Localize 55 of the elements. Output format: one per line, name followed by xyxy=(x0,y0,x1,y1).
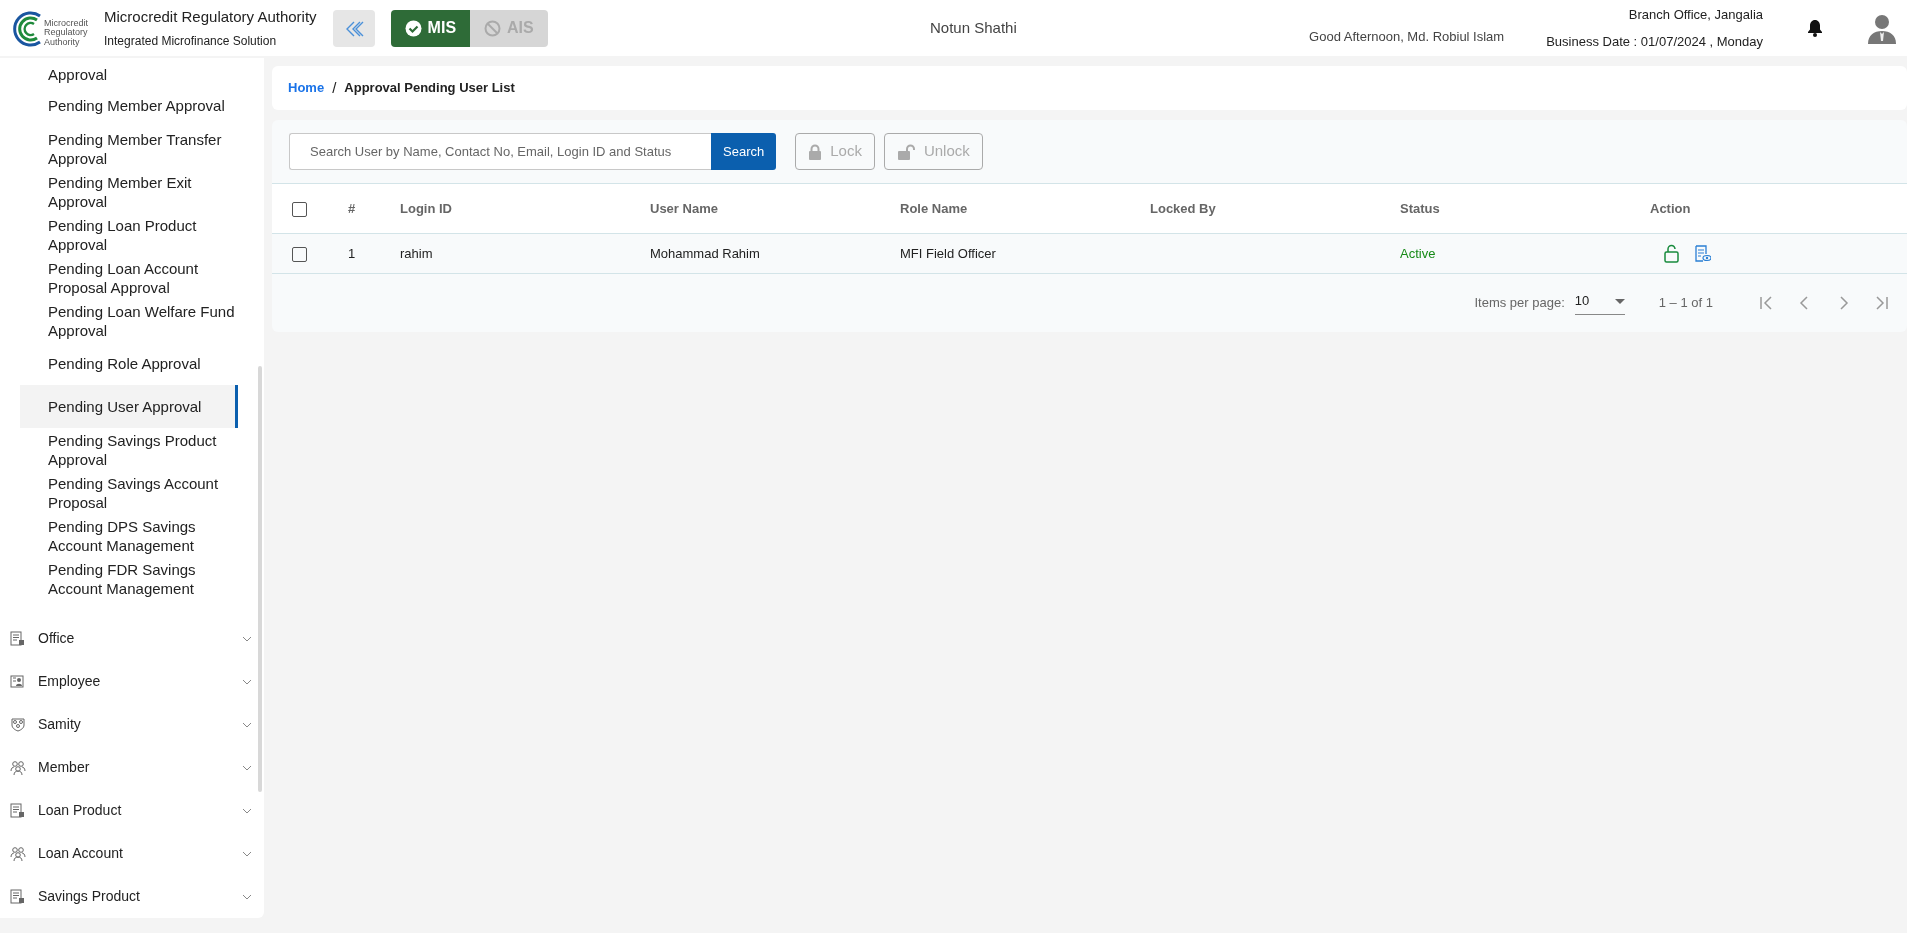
column-header: Action xyxy=(1650,200,1691,216)
sidebar-group[interactable]: Loan Product xyxy=(0,789,264,832)
search-field[interactable]: Search User by Name, Contact No, Email, Login ID and Status xyxy=(289,133,711,170)
table-cell: MFI Field Officer xyxy=(900,245,996,261)
logo-text: Microcredit Regulatory Authority xyxy=(44,18,88,48)
sidebar-item[interactable]: Pending Loan Product Approval xyxy=(20,213,238,256)
status-text: Active xyxy=(1400,245,1436,261)
sidebar-item[interactable]: Pending Savings Account Proposal xyxy=(20,471,238,514)
column-header: Locked By xyxy=(1150,200,1216,216)
sidebar-item[interactable]: Approval xyxy=(20,58,238,84)
table-cell: 1 xyxy=(348,245,356,261)
app-subtitle: Integrated Microfinance Solution xyxy=(104,33,278,51)
column-header: Status xyxy=(1400,200,1440,216)
sidebar-group[interactable]: Loan Account xyxy=(0,832,264,875)
column-header: User Name xyxy=(650,200,718,216)
group-label: Loan Product xyxy=(38,801,123,820)
group-label: Office xyxy=(38,629,76,648)
branch-name: Branch Office, Jangalia xyxy=(1627,5,1763,24)
column-header: Role Name xyxy=(900,200,968,216)
sidebar-item[interactable]: Pending Savings Product Approval xyxy=(20,428,238,471)
sidebar-item[interactable]: Pending User Approval xyxy=(20,385,238,428)
group-label: Loan Account xyxy=(38,844,124,863)
sidebar-item[interactable]: Pending Role Approval xyxy=(20,342,238,385)
org-name: Microcredit Regulatory Authority xyxy=(104,6,317,27)
sidebar-group[interactable]: Office xyxy=(0,617,264,660)
greeting-text: Good Afternoon, Md. Robiul Islam xyxy=(1309,27,1505,46)
sidebar-item[interactable]: Pending Member Transfer Approval xyxy=(20,127,238,170)
sidebar-group[interactable]: Member xyxy=(0,746,264,789)
page-size-select[interactable]: 10 xyxy=(1574,291,1625,315)
breadcrumb-current: Approval Pending User List xyxy=(344,79,515,98)
group-label: Employee xyxy=(38,672,102,691)
sidebar-item[interactable]: Pending Loan Account Proposal Approval xyxy=(20,256,238,299)
sidebar-item[interactable]: Pending Member Approval xyxy=(20,84,238,127)
table-cell: rahim xyxy=(400,245,433,261)
table-cell: Mohammad Rahim xyxy=(650,245,760,261)
items-per-page-label: Items per page: xyxy=(1474,294,1565,313)
sidebar-group[interactable]: Employee xyxy=(0,660,264,703)
column-header: Login ID xyxy=(400,200,452,216)
sidebar-item[interactable]: Pending FDR Savings Account Management xyxy=(20,557,238,600)
sidebar-item[interactable]: Pending Loan Welfare Fund Approval xyxy=(20,299,238,342)
module-tab[interactable]: MIS xyxy=(390,9,471,47)
breadcrumb-separator: / xyxy=(332,77,337,98)
sidebar-item[interactable]: Pending Member Exit Approval xyxy=(20,170,238,213)
group-label: Samity xyxy=(38,715,82,734)
business-date: Business Date : 01/07/2024 , Monday xyxy=(1546,33,1763,51)
sidebar-group[interactable]: Samity xyxy=(0,703,264,746)
group-label: Member xyxy=(38,758,91,777)
org-title: Notun Shathi xyxy=(930,17,1017,38)
sidebar-group[interactable]: Savings Product xyxy=(0,875,264,918)
breadcrumb-link[interactable]: Home xyxy=(288,78,325,98)
sidebar-item[interactable]: Pending DPS Savings Account Management xyxy=(20,514,238,557)
search-button[interactable]: Search xyxy=(711,133,777,170)
group-label: Savings Product xyxy=(38,887,141,906)
column-header: # xyxy=(348,200,356,216)
page-range: 1 – 1 of 1 xyxy=(1658,294,1713,313)
